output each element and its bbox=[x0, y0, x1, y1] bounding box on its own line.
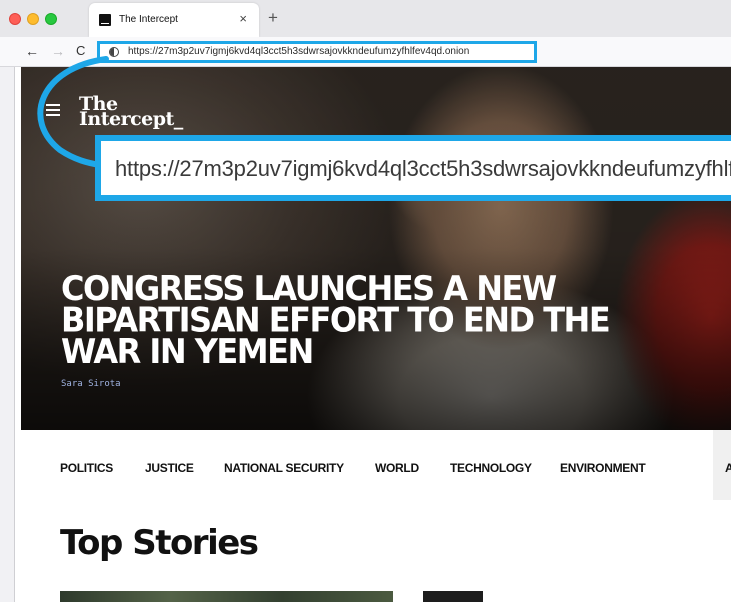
zoomed-url-text: https://27m3p2uv7igmj6kvd4ql3cct5h3sdwrs… bbox=[115, 156, 731, 181]
hero-byline[interactable]: Sara Sirota bbox=[61, 379, 121, 389]
story-thumbnail[interactable] bbox=[60, 591, 393, 602]
minimize-window-button[interactable] bbox=[27, 13, 39, 25]
site-favicon-icon bbox=[99, 14, 111, 26]
address-bar-url[interactable]: https://27m3p2uv7igmj6kvd4ql3cct5h3sdwrs… bbox=[128, 46, 469, 57]
section-overflow[interactable]: A bbox=[713, 430, 731, 500]
tab-strip: The Intercept × + bbox=[0, 0, 731, 37]
story-thumbnail[interactable] bbox=[423, 591, 483, 602]
forward-button[interactable]: → bbox=[51, 42, 65, 60]
address-bar[interactable]: https://27m3p2uv7igmj6kvd4ql3cct5h3sdwrs… bbox=[97, 41, 537, 63]
section-justice[interactable]: JUSTICE bbox=[145, 461, 194, 475]
hero-headline[interactable]: CONGRESS LAUNCHES A NEW BIPARTISAN EFFOR… bbox=[61, 272, 621, 369]
tab-the-intercept[interactable]: The Intercept × bbox=[89, 3, 259, 37]
reload-button[interactable]: C bbox=[76, 42, 85, 60]
section-nav: POLITICS JUSTICE NATIONAL SECURITY WORLD… bbox=[15, 430, 731, 502]
hamburger-menu-icon[interactable] bbox=[46, 104, 60, 119]
section-technology[interactable]: TECHNOLOGY bbox=[450, 461, 532, 475]
top-stories-heading: Top Stories bbox=[60, 523, 259, 563]
onion-icon[interactable] bbox=[109, 47, 119, 57]
logo-line-2: Intercept_ bbox=[79, 108, 183, 130]
tab-close-button[interactable]: × bbox=[239, 11, 247, 27]
maximize-window-button[interactable] bbox=[45, 13, 57, 25]
navigation-bar: ← → C https://27m3p2uv7igmj6kvd4ql3cct5h… bbox=[0, 37, 731, 67]
zoomed-url-callout: https://27m3p2uv7igmj6kvd4ql3cct5h3sdwrs… bbox=[95, 135, 731, 201]
back-button[interactable]: ← bbox=[25, 42, 39, 60]
section-politics[interactable]: POLITICS bbox=[60, 461, 113, 475]
tab-title: The Intercept bbox=[119, 14, 178, 25]
section-world[interactable]: WORLD bbox=[375, 461, 419, 475]
hero-banner[interactable]: The Intercept_ CONGRESS LAUNCHES A NEW B… bbox=[21, 67, 731, 430]
browser-window: The Intercept × + ← → C https://27m3p2uv… bbox=[0, 0, 731, 602]
section-environment[interactable]: ENVIRONMENT bbox=[560, 461, 646, 475]
new-tab-button[interactable]: + bbox=[268, 8, 278, 28]
site-logo[interactable]: The Intercept_ bbox=[79, 95, 183, 130]
section-overflow-label: A bbox=[725, 461, 731, 475]
close-window-button[interactable] bbox=[9, 13, 21, 25]
section-national-security[interactable]: NATIONAL SECURITY bbox=[224, 461, 344, 475]
